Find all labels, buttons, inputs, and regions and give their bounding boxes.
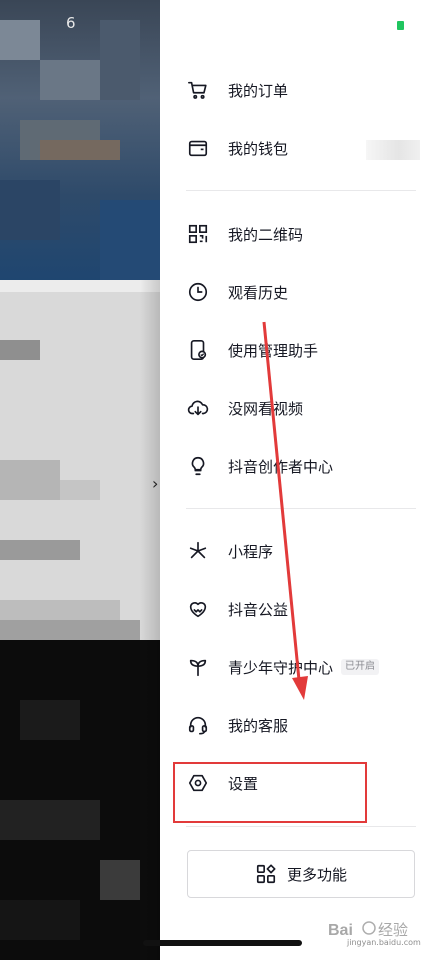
phone-shield-icon [186, 338, 210, 362]
menu-divider [186, 508, 416, 509]
more-features-button[interactable]: 更多功能 [187, 850, 415, 898]
background-video-preview [0, 0, 160, 960]
lightbulb-icon [186, 454, 210, 478]
mini-program-icon [186, 539, 210, 563]
sprout-icon [186, 655, 210, 679]
menu-item-label: 使用管理助手 [228, 341, 319, 360]
menu-item-label: 我的订单 [228, 81, 289, 100]
svg-text:Bai: Bai [328, 922, 353, 939]
qr-code-icon [186, 222, 210, 246]
menu-item-label: 抖音公益 [228, 600, 289, 619]
menu-item-label: 青少年守护中心 [228, 658, 334, 677]
more-features-label: 更多功能 [286, 865, 347, 884]
status-time: 6 [66, 14, 76, 32]
menu-item-label: 我的客服 [228, 716, 289, 735]
menu-item-watch-history[interactable]: 观看历史 [186, 272, 416, 312]
status-badge: 已开启 [341, 659, 380, 675]
menu-divider [186, 826, 416, 827]
menu-item-orders[interactable]: 我的订单 [186, 70, 416, 110]
menu-divider [186, 190, 416, 191]
menu-item-label: 抖音创作者中心 [228, 457, 334, 476]
menu-item-label: 我的钱包 [228, 139, 289, 158]
menu-item-youth-protection[interactable]: 青少年守护中心 已开启 [186, 647, 416, 687]
home-indicator [143, 940, 302, 946]
battery-icon [397, 21, 404, 30]
menu-item-usage-manager[interactable]: 使用管理助手 [186, 330, 416, 370]
heart-hands-icon [186, 597, 210, 621]
watermark-url: jingyan.baidu.com [347, 938, 421, 947]
svg-text:经验: 经验 [378, 921, 408, 939]
menu-item-label: 我的二维码 [228, 225, 304, 244]
grid-icon [255, 863, 277, 885]
menu-item-customer-service[interactable]: 我的客服 [186, 705, 416, 745]
menu-item-offline-videos[interactable]: 没网看视频 [186, 388, 416, 428]
cloud-download-icon [186, 396, 210, 420]
settings-highlight-box [173, 762, 367, 823]
clock-icon [186, 280, 210, 304]
menu-item-mini-programs[interactable]: 小程序 [186, 531, 416, 571]
headset-icon [186, 713, 210, 737]
wallet-balance-blurred [366, 140, 420, 160]
chevron-right-icon: › [152, 474, 159, 493]
menu-item-label: 没网看视频 [228, 399, 304, 418]
baidu-jingyan-watermark-logo: Bai 经验 [328, 921, 408, 939]
menu-item-qr-code[interactable]: 我的二维码 [186, 214, 416, 254]
cart-icon [186, 78, 210, 102]
wallet-icon [186, 136, 210, 160]
menu-item-charity[interactable]: 抖音公益 [186, 589, 416, 629]
menu-item-creator-center[interactable]: 抖音创作者中心 [186, 446, 416, 486]
menu-item-label: 小程序 [228, 542, 274, 561]
menu-item-label: 观看历史 [228, 283, 289, 302]
